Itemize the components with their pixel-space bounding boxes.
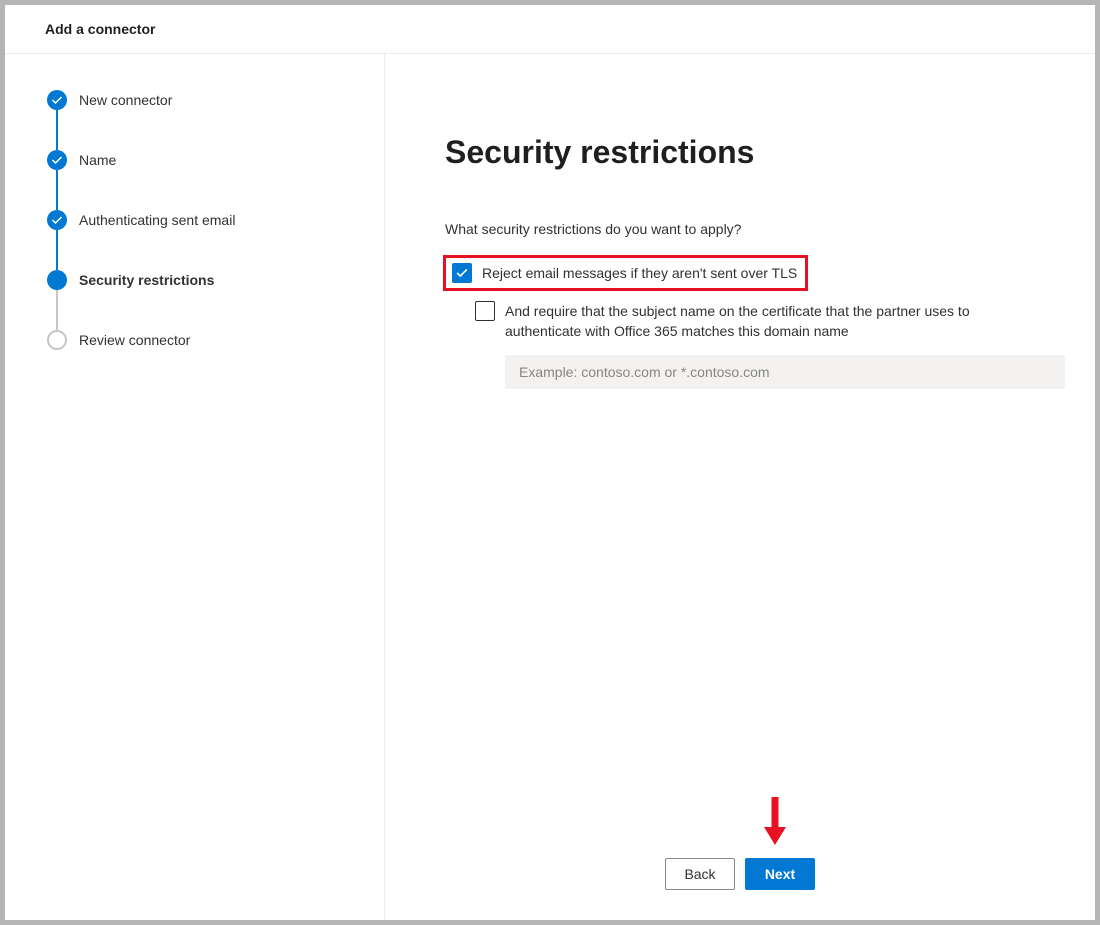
pending-step-icon <box>47 330 67 350</box>
dialog-title: Add a connector <box>45 21 1095 37</box>
step-connector-line <box>56 290 58 330</box>
dialog-header: Add a connector <box>5 5 1095 54</box>
prompt-text: What security restrictions do you want t… <box>445 221 1065 237</box>
wizard-footer: Back Next <box>385 838 1095 920</box>
step-label: Name <box>79 152 116 168</box>
step-list: New connector Name Authenticating sent e… <box>47 90 360 350</box>
step-security-restrictions[interactable]: Security restrictions <box>47 270 360 290</box>
highlight-annotation: Reject email messages if they aren't sen… <box>443 255 808 291</box>
domain-name-input[interactable] <box>505 355 1065 389</box>
step-connector-line <box>56 110 58 150</box>
step-label: Security restrictions <box>79 272 214 288</box>
wizard-steps-sidebar: New connector Name Authenticating sent e… <box>5 54 385 920</box>
step-connector-line <box>56 170 58 210</box>
step-connector-line <box>56 230 58 270</box>
checkmark-icon <box>47 90 67 110</box>
checkmark-icon <box>47 150 67 170</box>
step-label: New connector <box>79 92 172 108</box>
wizard-content: Security restrictions What security rest… <box>385 54 1095 838</box>
step-label: Authenticating sent email <box>79 212 235 228</box>
wizard-dialog: Add a connector New connector Name <box>0 0 1100 925</box>
step-label: Review connector <box>79 332 190 348</box>
checkmark-icon <box>47 210 67 230</box>
step-authenticating-sent-email[interactable]: Authenticating sent email <box>47 210 360 230</box>
step-name[interactable]: Name <box>47 150 360 170</box>
current-step-icon <box>47 270 67 290</box>
page-heading: Security restrictions <box>445 134 1065 171</box>
back-button[interactable]: Back <box>665 858 735 890</box>
option-label: Reject email messages if they aren't sen… <box>482 263 797 283</box>
option-reject-non-tls[interactable]: Reject email messages if they aren't sen… <box>452 263 797 283</box>
checkbox-checked-icon[interactable] <box>452 263 472 283</box>
checkbox-unchecked-icon[interactable] <box>475 301 495 321</box>
step-new-connector[interactable]: New connector <box>47 90 360 110</box>
option-require-cert-subject[interactable]: And require that the subject name on the… <box>475 301 1065 341</box>
next-button[interactable]: Next <box>745 858 815 890</box>
option-label: And require that the subject name on the… <box>505 301 1025 341</box>
step-review-connector[interactable]: Review connector <box>47 330 360 350</box>
wizard-main: Security restrictions What security rest… <box>385 54 1095 920</box>
dialog-body: New connector Name Authenticating sent e… <box>5 54 1095 920</box>
